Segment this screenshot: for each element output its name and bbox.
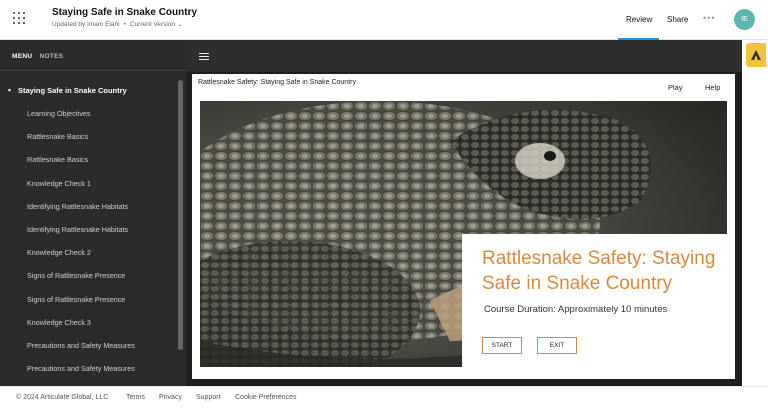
logo-glyph [751,50,761,60]
tab-menu[interactable]: MENU [12,53,32,60]
page-footer: © 2024 Articulate Global, LLC Terms Priv… [0,386,768,408]
course-meta: Updated by Imam Elahi • Current Version ⌄ [52,21,197,28]
hamburger-menu-icon[interactable] [199,53,209,60]
exit-button[interactable]: EXIT [537,337,577,354]
sidebar-item[interactable]: Rattlesnake Basics [27,132,88,141]
course-duration: Course Duration: Approximately 10 minute… [484,304,668,315]
title-card: Rattlesnake Safety: Staying Safe in Snak… [462,234,727,367]
sidebar-item[interactable]: Signs of Rattlesnake Presence [27,295,125,304]
sidebar-item[interactable]: Knowledge Check 3 [27,318,91,327]
updated-by: Updated by Imam Elahi [52,21,120,28]
avatar[interactable]: IE [734,9,755,30]
articulate-logo-icon[interactable] [746,43,766,67]
preview-area: Rattlesnake Safety: Staying Safe in Snak… [186,40,742,386]
preview-toolbar [186,40,742,72]
version-dropdown[interactable]: Current Version ⌄ [130,21,183,28]
sidebar-divider [0,70,186,71]
apps-grid-icon[interactable] [13,12,27,26]
course-title-block: Staying Safe in Snake Country Updated by… [52,7,197,28]
start-button[interactable]: START [482,337,522,354]
tab-review[interactable]: Review [626,15,652,24]
sidebar-item[interactable]: Knowledge Check 1 [27,179,91,188]
sidebar-item[interactable]: Precautions and Safety Measures [27,364,135,373]
tab-share[interactable]: Share [667,15,688,24]
hero-image: Rattlesnake Safety: Staying Safe in Snak… [200,101,727,367]
sidebar-item[interactable]: Identifying Rattlesnake Habitats [27,225,128,234]
course-heading: Rattlesnake Safety: Staying Safe in Snak… [482,248,716,294]
tab-notes[interactable]: NOTES [39,53,63,60]
sidebar-section-title[interactable]: ▼ Staying Safe in Snake Country [7,86,127,95]
top-header: Staying Safe in Snake Country Updated by… [0,0,768,40]
course-slide: Rattlesnake Safety: Staying Safe in Snak… [192,74,735,379]
caret-down-icon: ▼ [7,88,12,94]
footer-link-terms[interactable]: Terms [126,394,145,401]
footer-link-support[interactable]: Support [196,394,221,401]
footer-link-privacy[interactable]: Privacy [159,394,182,401]
slide-title: Rattlesnake Safety: Staying Safe in Snak… [198,79,356,86]
sidebar-tabs: MENU NOTES [12,53,63,60]
sidebar-item[interactable]: Learning Objectives [27,109,91,118]
help-link[interactable]: Help [705,83,720,92]
course-sidebar: MENU NOTES ▼ Staying Safe in Snake Countr… [0,40,186,386]
more-options-icon[interactable]: ••• [703,13,715,23]
course-title: Staying Safe in Snake Country [52,7,198,18]
play-link[interactable]: Play [668,83,683,92]
sidebar-item[interactable]: Knowledge Check 2 [27,248,91,257]
separator-dot: • [123,21,126,28]
right-rail [742,40,768,386]
chevron-down-icon: ⌄ [176,22,183,28]
footer-link-cookie-preferences[interactable]: Cookie Preferences [235,394,296,401]
sidebar-item[interactable]: Signs of Rattlesnake Presence [27,271,125,280]
sidebar-item[interactable]: Precautions and Safety Measures [27,341,135,350]
copyright: © 2024 Articulate Global, LLC [16,394,109,401]
sidebar-item[interactable]: Rattlesnake Basics [27,155,88,164]
sidebar-scrollbar[interactable] [178,80,183,350]
sidebar-item[interactable]: Identifying Rattlesnake Habitats [27,202,128,211]
